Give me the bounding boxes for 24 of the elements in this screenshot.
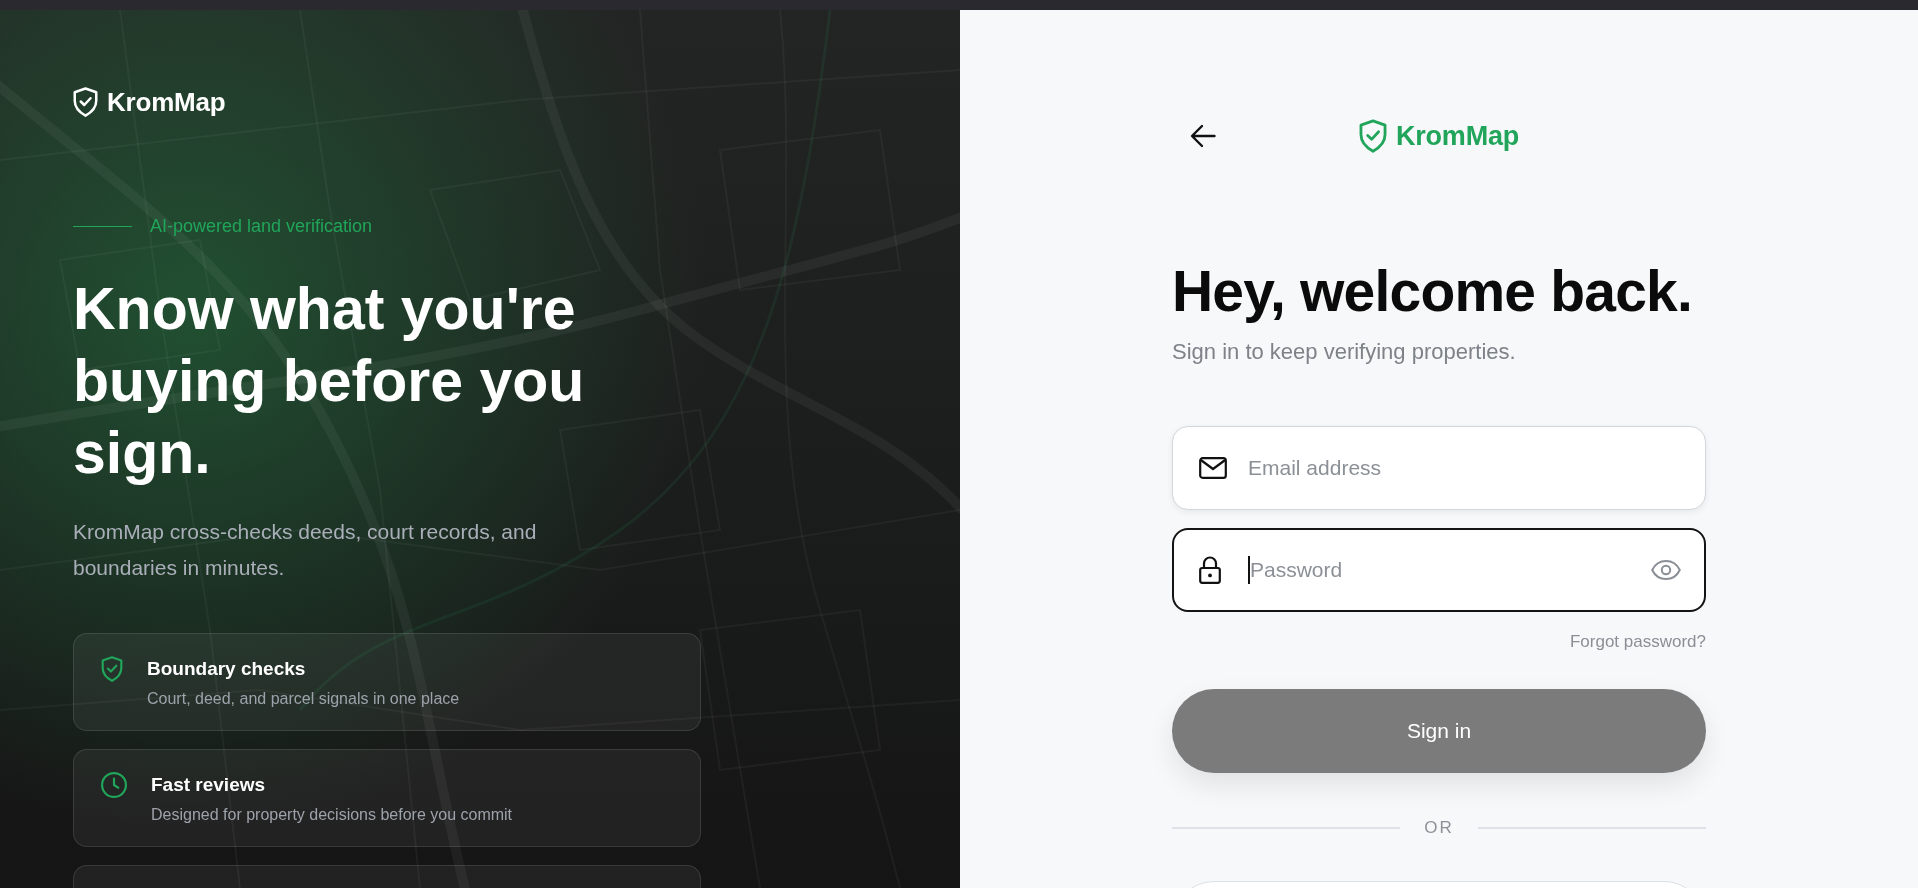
shield-check-icon	[73, 85, 98, 119]
feature-title: Fast reviews	[151, 773, 267, 797]
feature-title: Boundary checks	[147, 657, 307, 681]
divider-label: OR	[1424, 817, 1454, 839]
feature-subtitle: Court, deed, and parcel signals in one place	[147, 689, 460, 709]
tagline: AI-powered land verification	[150, 215, 373, 238]
login-subtitle: Sign in to keep verifying properties.	[1172, 338, 1517, 366]
hero-description: KromMap cross-checks deeds, court records, and boundaries in minutes.	[73, 519, 538, 581]
feature-subtitle: Designed for property decisions before you commit	[151, 805, 513, 825]
clock-icon	[101, 772, 127, 798]
text-cursor	[1248, 556, 1250, 584]
padlock-icon	[1199, 556, 1221, 584]
brand-name: KromMap	[107, 89, 226, 115]
mail-icon	[1199, 457, 1227, 479]
email-field[interactable]: Email address	[1172, 426, 1706, 510]
headline: Know what you're buying before you sign.	[73, 275, 586, 488]
shield-check-icon	[101, 656, 123, 682]
password-field[interactable]: Password	[1172, 528, 1706, 612]
forgot-password-link[interactable]: Forgot password?	[1569, 630, 1706, 654]
brand-name: KromMap	[1395, 122, 1520, 150]
login-title: Hey, welcome back.	[1172, 260, 1693, 323]
shield-check-icon	[1358, 118, 1387, 154]
eye-icon[interactable]	[1651, 560, 1681, 580]
back-button[interactable]	[1190, 124, 1216, 148]
